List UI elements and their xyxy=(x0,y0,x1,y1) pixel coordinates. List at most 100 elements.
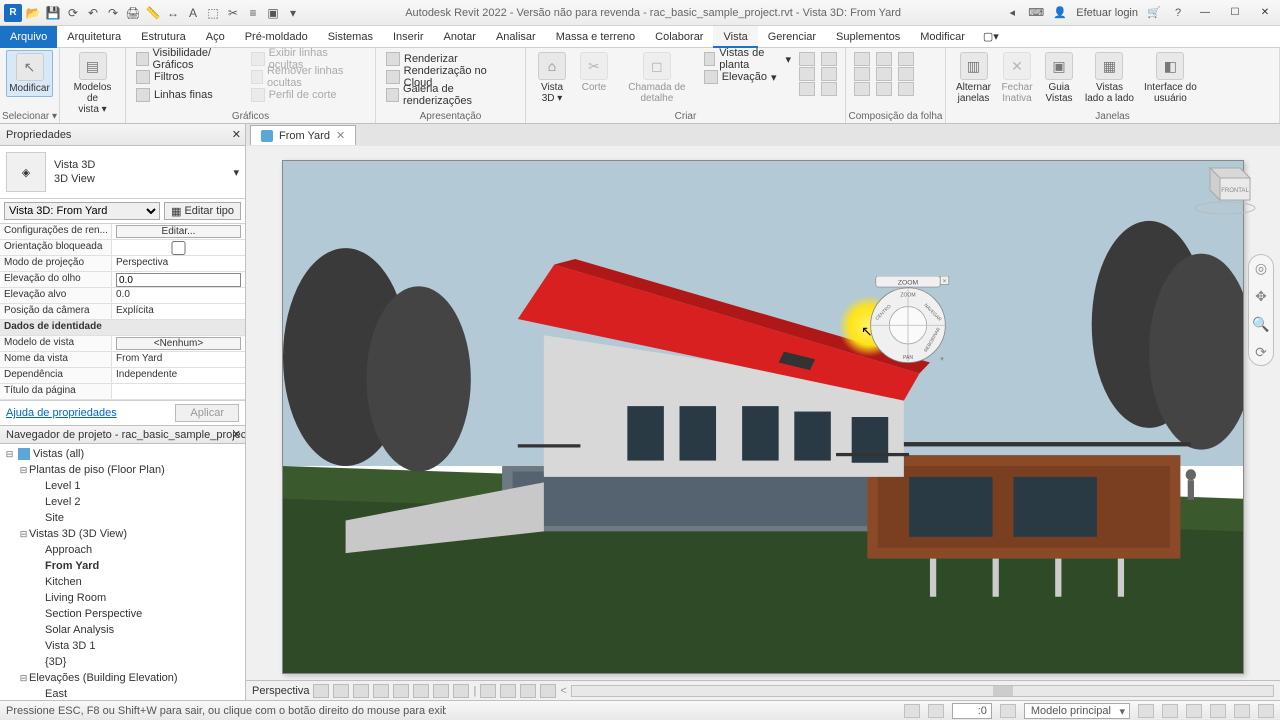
tab-precast[interactable]: Pré-moldado xyxy=(235,26,318,48)
text-icon[interactable]: A xyxy=(184,4,202,22)
prop-value[interactable]: Editar... xyxy=(112,224,245,239)
dimension-icon[interactable]: ↔ xyxy=(164,4,182,22)
sync-icon[interactable]: ⟳ xyxy=(64,4,82,22)
horizontal-scrollbar[interactable] xyxy=(571,685,1274,697)
tab-massing[interactable]: Massa e terreno xyxy=(546,26,645,48)
prop-value[interactable]: 0.0 xyxy=(112,288,245,303)
tree-3dviews[interactable]: ⊟Vistas 3D (3D View) xyxy=(0,526,245,542)
tab-collaborate[interactable]: Colaborar xyxy=(645,26,713,48)
undo-icon[interactable]: ↶ xyxy=(84,4,102,22)
view-scale-mode[interactable]: Perspectiva xyxy=(252,685,309,697)
modify-button[interactable]: ↖ Modificar xyxy=(6,50,53,97)
tree-item[interactable]: Vista 3D 1 xyxy=(0,638,245,654)
properties-close-icon[interactable]: ✕ xyxy=(232,128,241,141)
view-tab-close-icon[interactable]: ✕ xyxy=(336,129,345,142)
prop-value[interactable]: From Yard xyxy=(112,352,245,367)
status-icon-3[interactable] xyxy=(1186,704,1202,718)
tree-item[interactable]: Approach xyxy=(0,542,245,558)
tree-item[interactable]: From Yard xyxy=(0,558,245,574)
sheet-3-icon[interactable] xyxy=(854,82,870,96)
lock-view-icon[interactable] xyxy=(453,684,469,698)
instance-selector[interactable]: Vista 3D: From Yard xyxy=(4,202,160,220)
section-icon[interactable]: ✂ xyxy=(224,4,242,22)
crop-region-icon[interactable] xyxy=(433,684,449,698)
create-misc-4-icon[interactable] xyxy=(821,52,837,66)
maximize-button[interactable]: ☐ xyxy=(1224,3,1246,23)
tab-architecture[interactable]: Arquitetura xyxy=(57,26,131,48)
shadows-icon[interactable] xyxy=(373,684,389,698)
rendering-dialog-icon[interactable] xyxy=(393,684,409,698)
view3d-button[interactable]: ⌂Vista3D ▾ xyxy=(532,50,572,106)
sheet-9-icon[interactable] xyxy=(898,82,914,96)
prop-value[interactable] xyxy=(112,240,245,255)
login-link[interactable]: Efetuar login xyxy=(1076,7,1138,19)
visual-style-icon[interactable] xyxy=(333,684,349,698)
help-icon[interactable]: ? xyxy=(1170,5,1186,21)
print-icon[interactable]: 🖨 xyxy=(124,4,142,22)
close-inactive-button[interactable]: ✕FecharInativa xyxy=(997,50,1037,106)
ui-button[interactable]: ◧Interface dousuário xyxy=(1140,50,1201,106)
tree-item[interactable]: Site xyxy=(0,510,245,526)
tab-structure[interactable]: Estrutura xyxy=(131,26,196,48)
3d-icon[interactable]: ⬚ xyxy=(204,4,222,22)
user-icon[interactable]: 👤 xyxy=(1052,5,1068,21)
tab-annotate[interactable]: Anotar xyxy=(434,26,486,48)
worksets-icon[interactable] xyxy=(904,704,920,718)
section-button[interactable]: ✂Corte xyxy=(574,50,614,106)
tab-addins[interactable]: Suplementos xyxy=(826,26,910,48)
tab-file[interactable]: Arquivo xyxy=(0,26,57,48)
switch-windows-button[interactable]: ▥Alternarjanelas xyxy=(952,50,995,106)
thin-lines-icon[interactable]: ≡ xyxy=(244,4,262,22)
tree-root[interactable]: ⊟Vistas (all) xyxy=(0,446,245,462)
type-selector-dropdown[interactable]: ▾ xyxy=(233,166,239,179)
reveal-constraints-icon[interactable] xyxy=(540,684,556,698)
visibility-graphics-button[interactable]: Visibilidade/ Gráficos xyxy=(132,50,247,68)
design-options-icon[interactable] xyxy=(928,704,944,718)
sheet-1-icon[interactable] xyxy=(854,52,870,66)
zoom-icon[interactable]: 🔍 xyxy=(1252,315,1270,333)
tree-item[interactable]: Level 2 xyxy=(0,494,245,510)
status-icon-6[interactable] xyxy=(1258,704,1274,718)
app-exchange-icon[interactable]: 🛒 xyxy=(1146,5,1162,21)
tree-item[interactable]: Section Perspective xyxy=(0,606,245,622)
prop-value[interactable] xyxy=(112,384,245,399)
pan-icon[interactable]: ✥ xyxy=(1252,287,1270,305)
tree-item[interactable]: {3D} xyxy=(0,654,245,670)
sheet-7-icon[interactable] xyxy=(898,52,914,66)
tab-modify[interactable]: Modificar xyxy=(910,26,975,48)
orbit-icon[interactable]: ⟳ xyxy=(1252,343,1270,361)
tile-views-button[interactable]: ▦Vistaslado a lado xyxy=(1081,50,1138,106)
detail-level-icon[interactable] xyxy=(313,684,329,698)
redo-icon[interactable]: ↷ xyxy=(104,4,122,22)
thin-lines-button[interactable]: Linhas finas xyxy=(132,86,247,104)
tab-manage[interactable]: Gerenciar xyxy=(758,26,826,48)
crop-view-icon[interactable] xyxy=(413,684,429,698)
view-canvas[interactable]: ZOOM × ZOOM NAVEGAR REBOBINAR PAN CENTRO… xyxy=(282,160,1244,674)
tree-twisty-icon[interactable]: ⊟ xyxy=(18,463,29,477)
switch-win-icon[interactable]: ▾ xyxy=(284,4,302,22)
sheet-5-icon[interactable] xyxy=(876,67,892,81)
tree-item[interactable]: Level 1 xyxy=(0,478,245,494)
model-combo[interactable]: Modelo principal xyxy=(1024,703,1130,719)
create-misc-2-icon[interactable] xyxy=(799,67,815,81)
sheet-2-icon[interactable] xyxy=(854,67,870,81)
create-misc-6-icon[interactable] xyxy=(821,82,837,96)
prop-value[interactable] xyxy=(112,272,245,287)
callout-button[interactable]: ◻Chamada de detalhe xyxy=(616,50,698,106)
sheet-8-icon[interactable] xyxy=(898,67,914,81)
sun-path-icon[interactable] xyxy=(353,684,369,698)
reveal-hidden-icon[interactable] xyxy=(500,684,516,698)
sheet-6-icon[interactable] xyxy=(876,82,892,96)
measure-icon[interactable]: 📏 xyxy=(144,4,162,22)
plan-views-button[interactable]: Vistas de planta ▾ xyxy=(700,50,795,68)
prop-value[interactable]: Perspectiva xyxy=(112,256,245,271)
view-tab-from-yard[interactable]: From Yard ✕ xyxy=(250,125,356,145)
tab-insert[interactable]: Inserir xyxy=(383,26,434,48)
status-icon-4[interactable] xyxy=(1210,704,1226,718)
tree-item[interactable]: Solar Analysis xyxy=(0,622,245,638)
tab-systems[interactable]: Sistemas xyxy=(318,26,383,48)
tree-twisty-icon[interactable]: ⊟ xyxy=(18,527,29,541)
properties-help-link[interactable]: Ajuda de propriedades xyxy=(6,407,117,419)
tree-item[interactable]: Living Room xyxy=(0,590,245,606)
save-icon[interactable]: 💾 xyxy=(44,4,62,22)
